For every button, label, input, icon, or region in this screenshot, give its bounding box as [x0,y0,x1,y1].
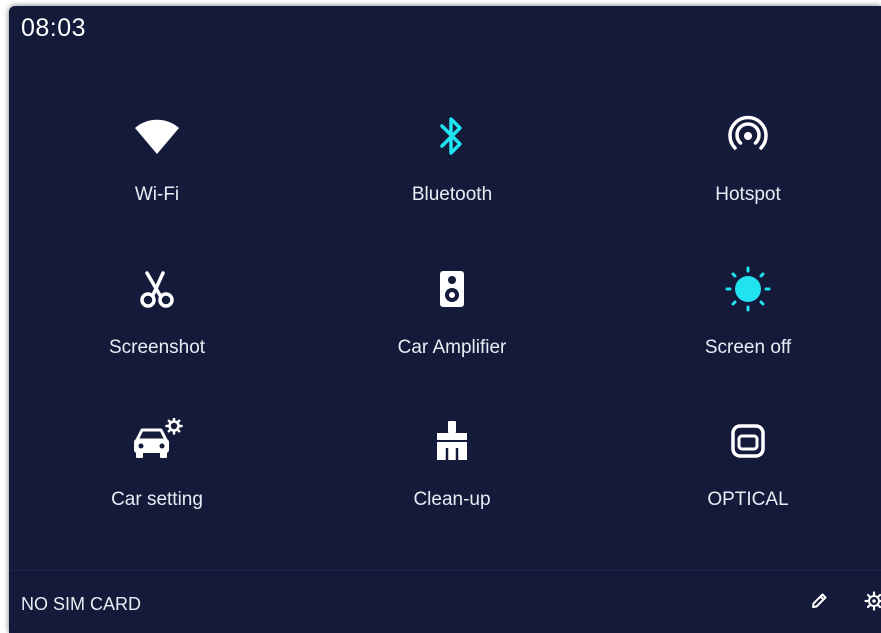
tile-label: Clean-up [413,489,491,510]
tile-optical[interactable]: OPTICAL [628,415,868,535]
settings-button[interactable] [862,590,881,616]
tile-wifi[interactable]: Wi-Fi [37,110,277,230]
sun-icon [722,263,774,315]
footer-bar: NO SIM CARD [9,571,881,633]
sim-status: NO SIM CARD [21,594,142,614]
tile-screenshot[interactable]: Screenshot [37,263,277,383]
gear-icon [864,590,881,616]
speaker-icon [426,263,478,315]
tile-label: Screenshot [108,337,206,358]
car-settings-icon [131,415,183,467]
hotspot-icon [722,110,774,162]
tile-bluetooth[interactable]: Bluetooth [332,110,572,230]
tile-label: Bluetooth [411,184,493,205]
broom-icon [426,415,478,467]
bluetooth-icon [426,110,478,162]
tile-car-setting[interactable]: Car setting [37,415,277,535]
tile-hotspot[interactable]: Hotspot [628,110,868,230]
tile-screen-off[interactable]: Screen off [628,263,868,383]
optical-icon [722,415,774,467]
tile-car-amplifier[interactable]: Car Amplifier [332,263,572,383]
tile-clean-up[interactable]: Clean-up [332,415,572,535]
screenshot-icon [131,263,183,315]
pencil-icon [809,591,829,616]
quick-settings-panel: 08:03 Wi-Fi Bluetooth Hotspot Screenshot… [9,6,881,633]
tile-label: Screen off [704,337,792,358]
tile-label: OPTICAL [707,489,789,510]
tile-label: Hotspot [715,184,781,205]
edit-button[interactable] [807,591,831,615]
tile-label: Car Amplifier [397,337,507,358]
tile-label: Wi-Fi [134,184,180,205]
quick-settings-grid: Wi-Fi Bluetooth Hotspot Screenshot Car A… [9,6,881,633]
tile-label: Car setting [111,489,203,510]
wifi-icon [131,110,183,162]
